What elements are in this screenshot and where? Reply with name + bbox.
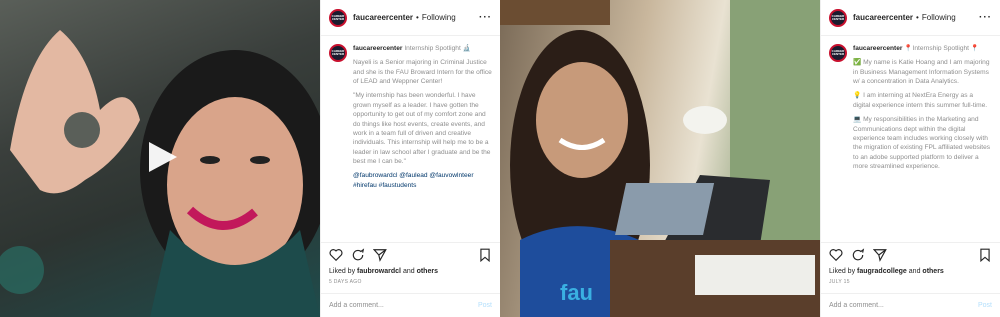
bulb-emoji: 💡 — [853, 92, 862, 100]
post-2-photo-frame: fau — [500, 0, 820, 317]
avatar[interactable]: CAREER CENTER — [329, 44, 347, 62]
caption-paragraph: "My internship has been wonderful. I hav… — [353, 92, 491, 165]
post-1-header: CAREER CENTER faucareercenter • Followin… — [321, 0, 500, 36]
share-icon[interactable] — [373, 248, 387, 262]
liked-by-user[interactable]: faugradcollege — [857, 268, 907, 275]
comment-input[interactable]: Add a comment... — [829, 302, 884, 309]
post-comment-button[interactable]: Post — [978, 302, 992, 309]
liked-by-others[interactable]: others — [922, 268, 943, 275]
bookmark-icon[interactable] — [478, 248, 492, 262]
red-pin-emoji: 📍 — [904, 45, 913, 52]
check-emoji: ✅ — [853, 59, 862, 67]
following-button[interactable]: Following — [922, 13, 956, 22]
post-2-image[interactable]: fau — [500, 0, 820, 317]
red-pin-emoji: 📍 — [970, 45, 980, 52]
caption-paragraph: My responsibilities in the Marketing and… — [853, 116, 991, 170]
post-2: fau CAREER CENTER faucareercenter • Foll… — [500, 0, 1000, 317]
post-1: CAREER CENTER faucareercenter • Followin… — [0, 0, 500, 317]
liked-by-others[interactable]: others — [417, 268, 438, 275]
heart-icon[interactable] — [829, 248, 843, 262]
post-date[interactable]: 5 DAYS AGO — [321, 277, 500, 293]
shirt-logo: fau — [560, 280, 593, 305]
likes-line: Liked by faubrowardcl and others — [321, 266, 500, 277]
post-2-panel: CAREER CENTER faucareercenter • Followin… — [820, 0, 1000, 317]
more-icon[interactable]: ··· — [479, 12, 492, 23]
microscope-emoji: 🔬 — [462, 45, 471, 52]
post-1-caption: CAREER CENTER faucareercenter Internship… — [321, 36, 500, 242]
avatar[interactable]: CAREER CENTER — [829, 8, 847, 27]
username[interactable]: faucareercenter — [853, 13, 913, 22]
post-1-panel: CAREER CENTER faucareercenter • Followin… — [320, 0, 500, 317]
post-2-header: CAREER CENTER faucareercenter • Followin… — [821, 0, 1000, 36]
likes-prefix: Liked by — [829, 268, 856, 275]
caption-tags[interactable]: @faubrowardcl @faulead @fauvowlnteer #hi… — [353, 171, 492, 190]
comment-input[interactable]: Add a comment... — [329, 302, 384, 309]
caption-paragraph: My name is Katie Hoang and I am majoring… — [853, 59, 990, 86]
post-date[interactable]: JULY 15 — [821, 277, 1000, 293]
share-icon[interactable] — [873, 248, 887, 262]
caption-paragraph: Nayeli is a Senior majoring in Criminal … — [353, 59, 492, 86]
caption-username[interactable]: faucareercenter — [353, 45, 402, 52]
comment-icon[interactable] — [851, 247, 865, 262]
post-1-actions — [321, 242, 500, 266]
caption-title: Internship Spotlight — [912, 45, 969, 52]
likes-prefix: Liked by — [329, 268, 356, 275]
username[interactable]: faucareercenter — [353, 13, 413, 22]
comment-icon[interactable] — [351, 247, 365, 262]
avatar[interactable]: CAREER CENTER — [829, 44, 847, 62]
heart-icon[interactable] — [329, 248, 343, 262]
play-icon[interactable] — [145, 140, 179, 174]
bookmark-icon[interactable] — [978, 248, 992, 262]
following-button[interactable]: Following — [422, 13, 456, 22]
post-1-video[interactable] — [0, 0, 320, 317]
post-comment-button[interactable]: Post — [478, 302, 492, 309]
comment-bar: Add a comment... Post — [821, 293, 1000, 317]
post-2-actions — [821, 242, 1000, 266]
instagram-posts-strip: CAREER CENTER faucareercenter • Followin… — [0, 0, 1000, 317]
avatar[interactable]: CAREER CENTER — [329, 8, 347, 27]
caption-title: Internship Spotlight — [404, 45, 461, 52]
liked-by-user[interactable]: faubrowardcl — [357, 268, 401, 275]
laptop-emoji: 💻 — [853, 116, 862, 124]
likes-and: and — [402, 268, 415, 275]
caption-username[interactable]: faucareercenter — [853, 45, 902, 52]
more-icon[interactable]: ··· — [979, 12, 992, 23]
separator-dot: • — [416, 13, 419, 22]
likes-and: and — [908, 268, 921, 275]
likes-line: Liked by faugradcollege and others — [821, 266, 1000, 277]
caption-paragraph: I am interning at NextEra Energy as a di… — [853, 92, 988, 109]
post-2-caption: CAREER CENTER faucareercenter 📍Internshi… — [821, 36, 1000, 242]
comment-bar: Add a comment... Post — [321, 293, 500, 317]
separator-dot: • — [916, 13, 919, 22]
